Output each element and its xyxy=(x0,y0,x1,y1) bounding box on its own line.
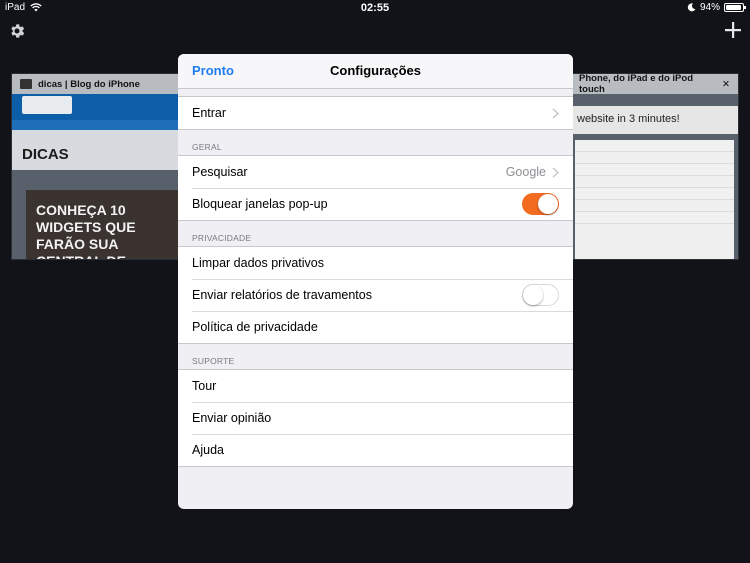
tab-card-left[interactable]: dicas | Blog do iPhone DICAS CONHEÇA 10 … xyxy=(11,73,181,260)
moon-icon xyxy=(687,3,696,12)
settings-modal: Pronto Configurações Entrar GERAL Pesqui… xyxy=(178,54,573,509)
plus-icon[interactable] xyxy=(724,21,742,39)
tab-title-bar: dicas | Blog do iPhone xyxy=(12,74,180,94)
close-icon[interactable]: ✕ xyxy=(722,79,730,90)
status-bar: iPad 02:55 94% xyxy=(0,0,750,16)
site-section: DICAS xyxy=(12,130,180,170)
site-banner: website in 3 minutes! xyxy=(571,106,738,134)
support-header: SUPORTE xyxy=(178,344,573,369)
feedback-row[interactable]: Enviar opinião xyxy=(178,402,573,434)
crash-reports-row: Enviar relatórios de travamentos xyxy=(178,279,573,311)
privacy-group: Limpar dados privativos Enviar relatório… xyxy=(178,246,573,344)
login-label: Entrar xyxy=(192,106,552,120)
help-label: Ajuda xyxy=(192,443,559,457)
tab-title: Phone, do iPad e do iPod touch xyxy=(579,73,716,95)
privacy-policy-row[interactable]: Política de privacidade xyxy=(178,311,573,343)
settings-title: Configurações xyxy=(178,63,573,78)
tab-title: dicas | Blog do iPhone xyxy=(38,79,140,90)
tab-title-bar: Phone, do iPad e do iPod touch ✕ xyxy=(571,74,738,94)
popup-label: Bloquear janelas pop-up xyxy=(192,197,522,211)
section-title: DICAS xyxy=(22,146,69,163)
battery-percent: 94% xyxy=(700,2,720,13)
privacy-policy-label: Política de privacidade xyxy=(192,320,559,334)
favicon-icon xyxy=(20,79,32,89)
general-group: Pesquisar Google Bloquear janelas pop-up xyxy=(178,155,573,221)
tour-row[interactable]: Tour xyxy=(178,370,573,402)
chevron-right-icon xyxy=(552,167,559,178)
search-engine-row[interactable]: Pesquisar Google xyxy=(178,156,573,188)
tour-label: Tour xyxy=(192,379,559,393)
clear-data-label: Limpar dados privativos xyxy=(192,256,559,270)
battery-icon xyxy=(724,3,744,12)
tab-card-right[interactable]: Phone, do iPad e do iPod touch ✕ website… xyxy=(570,73,739,260)
privacy-header: PRIVACIDADE xyxy=(178,221,573,246)
crash-reports-toggle[interactable] xyxy=(522,284,559,306)
help-row[interactable]: Ajuda xyxy=(178,434,573,466)
search-label: Pesquisar xyxy=(192,165,506,179)
block-popups-row: Bloquear janelas pop-up xyxy=(178,188,573,220)
clock: 02:55 xyxy=(0,2,750,14)
article-hero: CONHEÇA 10 WIDGETS QUE FARÃO SUA CENTRAL… xyxy=(26,190,180,259)
crash-reports-label: Enviar relatórios de travamentos xyxy=(192,288,522,302)
account-group: Entrar xyxy=(178,96,573,130)
clear-data-row[interactable]: Limpar dados privativos xyxy=(178,247,573,279)
chevron-right-icon xyxy=(552,108,559,119)
block-popups-toggle[interactable] xyxy=(522,193,559,215)
gear-icon[interactable] xyxy=(8,22,26,40)
settings-navbar: Pronto Configurações xyxy=(178,54,573,89)
site-nav xyxy=(12,120,180,130)
site-header xyxy=(12,94,180,120)
general-header: GERAL xyxy=(178,130,573,155)
site-logo xyxy=(22,96,72,114)
login-row[interactable]: Entrar xyxy=(178,97,573,129)
support-group: Tour Enviar opinião Ajuda xyxy=(178,369,573,467)
site-content xyxy=(575,140,734,260)
feedback-label: Enviar opinião xyxy=(192,411,559,425)
search-value: Google xyxy=(506,165,546,179)
